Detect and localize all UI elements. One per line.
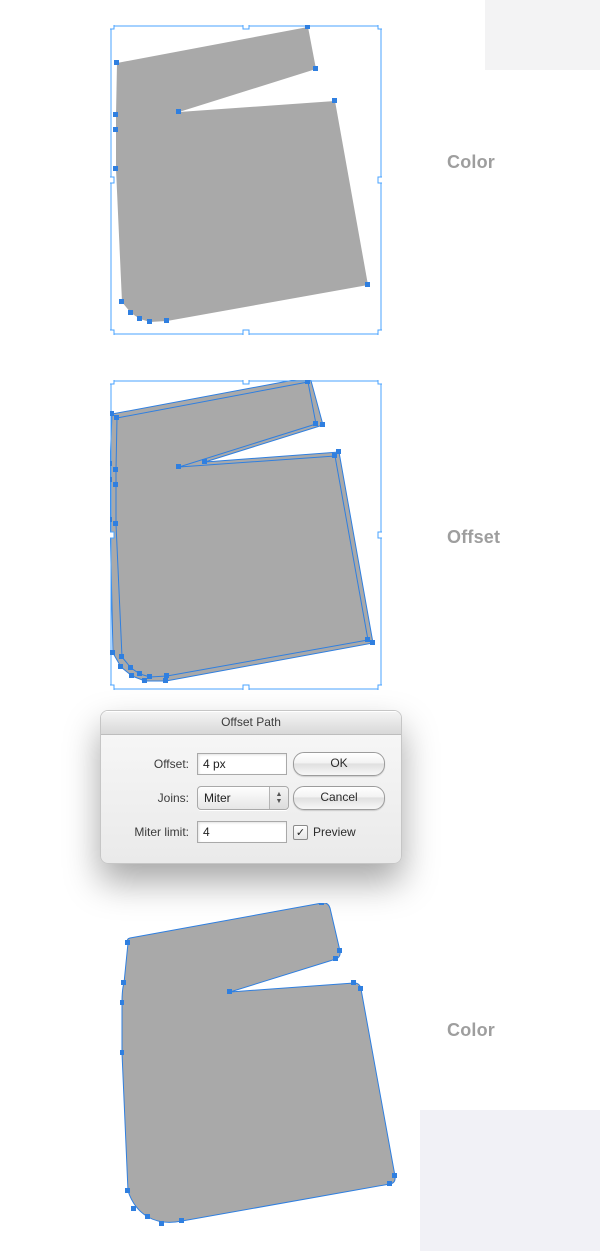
figure-label-1: Color bbox=[447, 152, 495, 173]
joins-select-value: Miter bbox=[204, 791, 231, 805]
figure-color-2 bbox=[120, 903, 392, 1236]
offset-input[interactable] bbox=[197, 753, 287, 775]
joins-label: Joins: bbox=[115, 791, 191, 805]
preview-label: Preview bbox=[313, 825, 356, 839]
dialog-title: Offset Path bbox=[101, 711, 401, 735]
figure-label-3: Color bbox=[447, 1020, 495, 1041]
figure-color-1 bbox=[110, 25, 382, 338]
preview-checkbox[interactable]: ✓ bbox=[293, 825, 308, 840]
decor-top bbox=[485, 0, 600, 70]
joins-select[interactable]: Miter ▲▼ bbox=[197, 786, 289, 810]
cancel-button[interactable]: Cancel bbox=[293, 786, 385, 810]
offset-label: Offset: bbox=[115, 757, 191, 771]
decor-bottom bbox=[420, 1110, 600, 1251]
stepper-arrows-icon: ▲▼ bbox=[269, 787, 288, 809]
offset-path-dialog: Offset Path Offset: OK Joins: Miter ▲▼ C… bbox=[100, 710, 402, 864]
miter-limit-label: Miter limit: bbox=[115, 825, 191, 839]
ok-button[interactable]: OK bbox=[293, 752, 385, 776]
miter-limit-input[interactable] bbox=[197, 821, 287, 843]
figure-label-2: Offset bbox=[447, 527, 500, 548]
tutorial-page: Color Offset Color bbox=[0, 0, 600, 1251]
figure-offset bbox=[110, 380, 382, 693]
